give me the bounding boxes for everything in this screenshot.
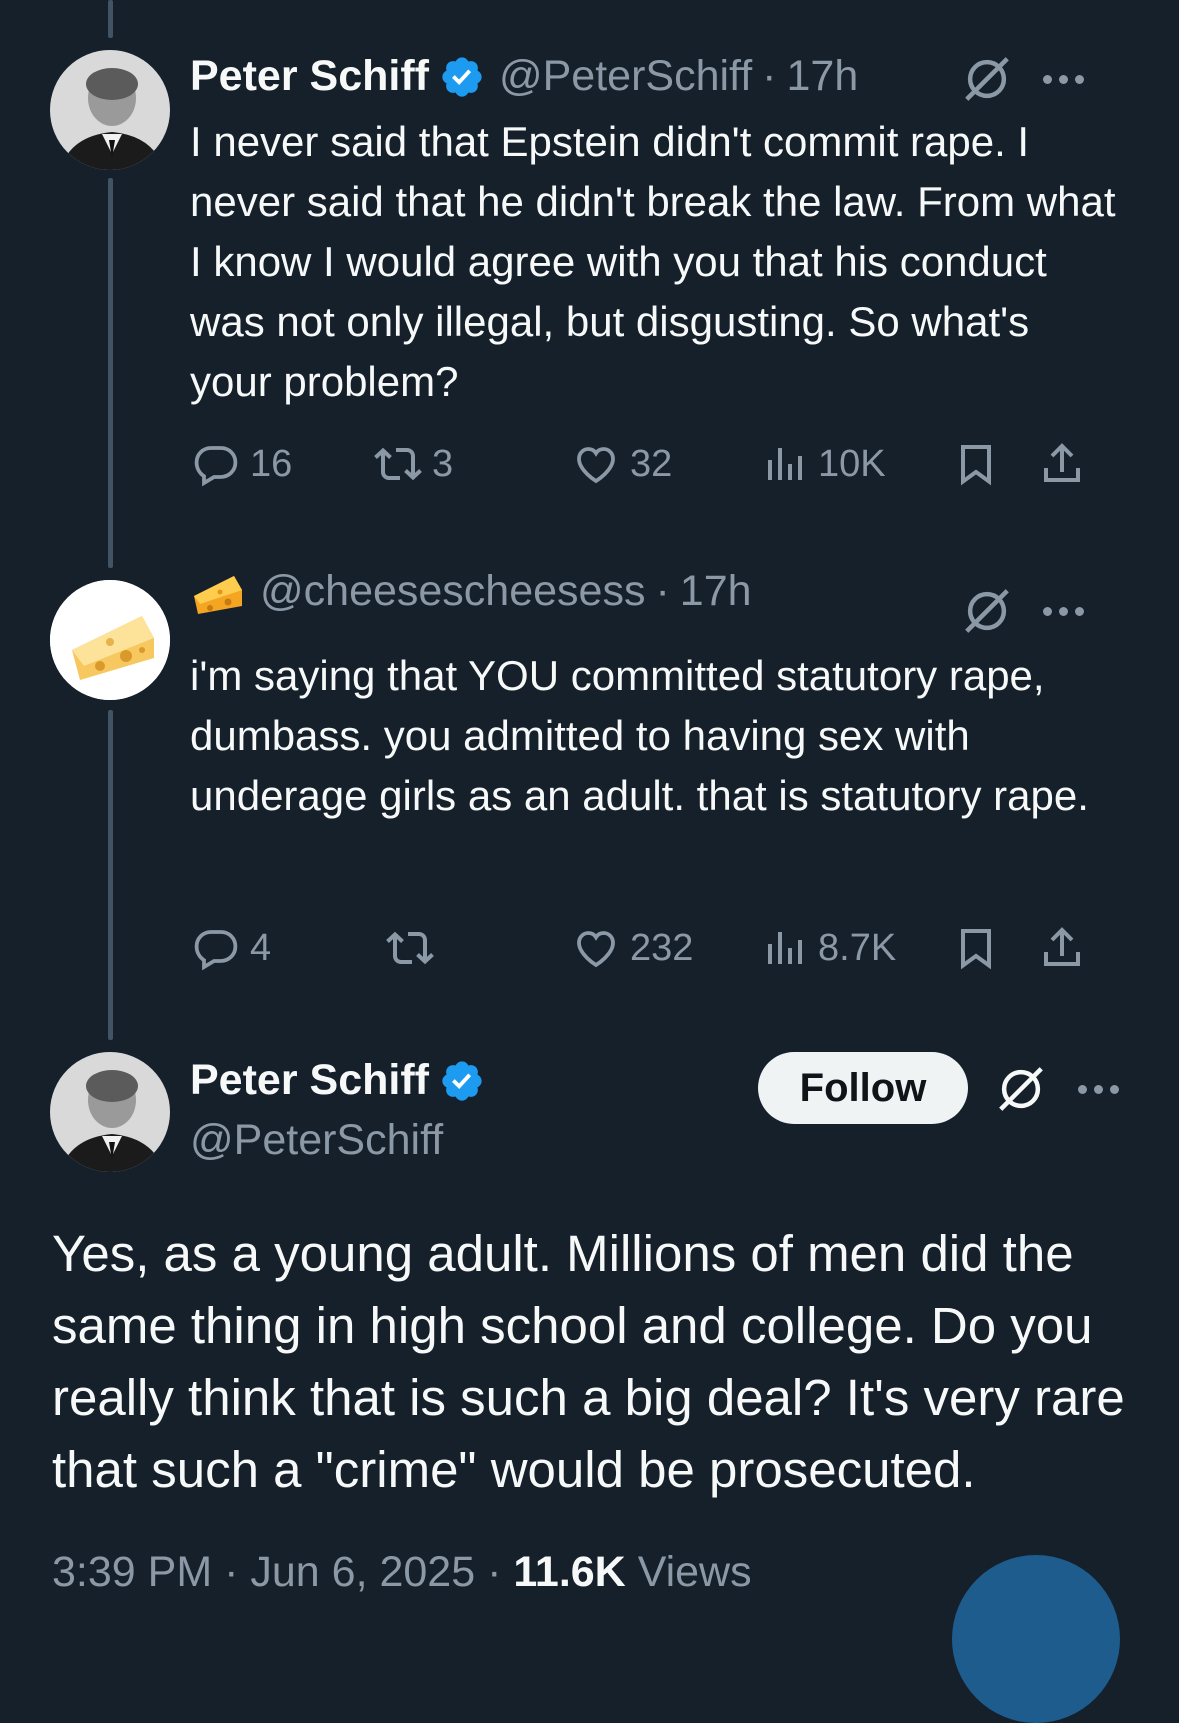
bookmark-icon	[961, 445, 991, 486]
main-author-handle[interactable]: @PeterSchiff	[190, 1116, 443, 1165]
views-icon	[768, 448, 802, 480]
bookmark-button[interactable]	[952, 924, 1000, 972]
timestamp[interactable]: 17h	[787, 52, 859, 101]
repost-icon	[374, 447, 422, 481]
share-button[interactable]	[1038, 924, 1086, 972]
main-tweet-text: Yes, as a young adult. Millions of men d…	[52, 1225, 1125, 1498]
reply-button[interactable]: 16	[192, 440, 292, 488]
verified-badge-icon	[442, 56, 482, 97]
tweet-text: i'm saying that YOU committed statutory …	[190, 652, 1089, 819]
grok-icon[interactable]	[960, 52, 1014, 106]
tweet-1-header: Peter Schiff @PeterSchiff · 17h	[190, 52, 858, 101]
follow-button[interactable]: Follow	[758, 1052, 968, 1124]
author-handle[interactable]: @PeterSchiff	[499, 52, 752, 101]
avatar-peter-schiff[interactable]	[50, 50, 170, 170]
author-name[interactable]: Peter Schiff	[190, 52, 429, 101]
like-icon	[577, 931, 615, 968]
repost-count: 3	[432, 442, 454, 485]
author-handle[interactable]: @cheesescheesess	[260, 567, 645, 616]
share-icon	[1044, 927, 1080, 966]
more-icon[interactable]	[1078, 1085, 1119, 1094]
separator: ·	[487, 1548, 502, 1596]
reply-count: 4	[250, 926, 272, 969]
views-button[interactable]: 10K	[760, 440, 886, 488]
repost-icon	[386, 931, 434, 965]
share-icon	[1044, 443, 1080, 482]
cheese-emoji	[194, 576, 242, 614]
bookmark-button[interactable]	[952, 440, 1000, 488]
thread-line-1	[108, 178, 113, 568]
repost-button[interactable]: 3	[374, 440, 453, 488]
separator: ·	[655, 566, 670, 615]
tweet-meta: 3:39 PM · Jun 6, 2025 · 11.6K Views	[52, 1548, 752, 1597]
bookmark-icon	[961, 929, 991, 970]
views-button[interactable]: 8.7K	[760, 924, 896, 972]
views-count: 10K	[818, 442, 886, 485]
more-icon[interactable]	[1043, 607, 1084, 616]
author-name[interactable]: Peter Schiff	[190, 1056, 429, 1105]
tweet-2-header: @cheesescheesess · 17h	[190, 566, 752, 616]
thread-line-top	[108, 0, 113, 38]
separator: ·	[224, 1548, 239, 1596]
views-label: Views	[637, 1548, 752, 1596]
like-icon	[577, 447, 615, 484]
share-button[interactable]	[1038, 440, 1086, 488]
tweet-time[interactable]: 3:39 PM	[52, 1548, 212, 1596]
reply-button[interactable]: 4	[192, 924, 271, 972]
reply-count: 16	[250, 442, 293, 485]
tweet-1-actions: 16 3 32 10K	[0, 440, 1179, 500]
grok-icon[interactable]	[994, 1062, 1048, 1116]
tweet-text: I never said that Epstein didn't commit …	[190, 118, 1116, 405]
tweet-date[interactable]: Jun 6, 2025	[250, 1548, 475, 1596]
grok-icon[interactable]	[960, 584, 1014, 638]
like-button[interactable]: 32	[572, 440, 672, 488]
views-icon	[768, 932, 802, 964]
verified-badge-icon	[442, 1060, 482, 1101]
avatar-peter-schiff[interactable]	[50, 1052, 170, 1172]
like-button[interactable]: 232	[572, 924, 693, 972]
tweet-2-actions: 4 232 8.7K	[0, 924, 1179, 984]
more-icon[interactable]	[1043, 75, 1084, 84]
thread-line-2	[108, 710, 113, 1040]
reply-icon	[194, 930, 238, 971]
repost-button[interactable]	[386, 924, 444, 972]
separator: ·	[762, 52, 777, 100]
avatar-cheese[interactable]	[50, 580, 170, 700]
compose-reply-fab[interactable]	[952, 1555, 1120, 1723]
like-count: 232	[630, 926, 694, 969]
main-author-name-row: Peter Schiff	[190, 1056, 499, 1105]
views-count: 8.7K	[818, 926, 897, 969]
reply-icon	[194, 446, 238, 487]
like-count: 32	[630, 442, 673, 485]
timestamp[interactable]: 17h	[680, 567, 752, 616]
views-count: 11.6K	[513, 1548, 626, 1596]
